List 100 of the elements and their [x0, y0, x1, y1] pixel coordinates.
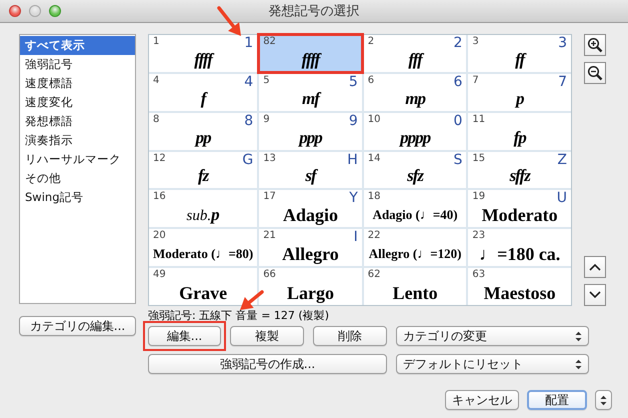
edit-category-button[interactable]: カテゴリの編集...	[19, 316, 136, 336]
shortcut-key: 9	[348, 114, 358, 128]
symbol-number: 2	[368, 36, 374, 47]
symbol-text: p	[516, 88, 524, 109]
stepper-button[interactable]	[595, 390, 612, 410]
symbol-text: fp	[514, 128, 526, 148]
symbol-number: 23	[472, 230, 486, 242]
symbol-cell[interactable]: 7 7 p	[468, 74, 571, 111]
scroll-down-button[interactable]	[584, 284, 606, 306]
symbol-cell[interactable]: 3 3 ff	[468, 35, 571, 72]
symbol-cell[interactable]: 11 fp	[468, 112, 571, 150]
zoom-in-button[interactable]	[584, 34, 606, 56]
zoom-out-button[interactable]	[584, 62, 606, 84]
updown-icon	[575, 330, 582, 342]
symbol-cell[interactable]: 63 Maestoso	[468, 268, 571, 305]
symbol-cell[interactable]: 4 4 f	[149, 74, 258, 111]
symbol-text: sfz	[407, 166, 424, 186]
shortcut-key: G	[242, 152, 254, 167]
category-popup[interactable]: デフォルトにリセット	[396, 354, 589, 374]
shortcut-key: 3	[558, 36, 567, 50]
category-item[interactable]: 強弱記号	[20, 55, 135, 74]
symbol-cell[interactable]: 6 6 mp	[364, 74, 466, 111]
symbol-cell[interactable]: 14 S sfz	[364, 152, 466, 188]
category-item[interactable]: 速度変化	[20, 93, 135, 112]
category-item[interactable]: リハーサルマーク	[20, 150, 135, 169]
symbol-cell[interactable]: 10 0 pppp	[364, 112, 466, 150]
symbol-cell[interactable]: 17 Y Adagio	[259, 190, 362, 228]
symbol-cell[interactable]: 13 H sf	[259, 152, 362, 188]
symbol-cell[interactable]: 66 Largo	[259, 268, 362, 305]
symbol-number: 62	[368, 269, 381, 280]
symbol-number: 9	[263, 114, 270, 125]
symbol-number: 63	[472, 269, 486, 280]
symbol-number: 17	[263, 191, 276, 202]
symbol-cell[interactable]: 8 8 pp	[149, 112, 258, 150]
category-item[interactable]: 速度標語	[20, 74, 135, 93]
symbol-cell[interactable]: 2 2 fff	[364, 35, 466, 72]
symbol-number: 21	[263, 230, 276, 242]
symbol-number: 18	[368, 191, 381, 202]
category-item[interactable]: 発想標語	[20, 112, 135, 131]
symbol-number: 82	[263, 36, 276, 47]
scroll-up-button[interactable]	[584, 256, 606, 278]
edit-button[interactable]: 編集...	[148, 326, 221, 346]
zoom-out-icon	[587, 65, 603, 81]
symbol-cell[interactable]: 1 1 ffff	[149, 35, 258, 72]
shortcut-key: U	[556, 191, 567, 206]
symbol-number: 6	[368, 74, 374, 86]
symbol-text: ffff	[194, 50, 212, 70]
symbol-cell[interactable]: 20 Moderato (♩=80)	[149, 229, 258, 266]
category-popup[interactable]: カテゴリの変更	[396, 326, 589, 346]
symbol-cell[interactable]: 82 ffff	[259, 35, 362, 72]
symbol-text: Moderato	[482, 204, 558, 226]
shortcut-key: I	[354, 230, 358, 244]
category-item[interactable]: Swing記号	[20, 188, 135, 207]
symbol-cell[interactable]: 16 sub.p	[149, 190, 258, 228]
symbol-cell[interactable]: 19 U Moderato	[468, 190, 571, 228]
category-item[interactable]: その他	[20, 169, 135, 188]
symbol-text: f	[200, 88, 206, 109]
symbol-text: mp	[405, 88, 425, 109]
symbol-cell[interactable]: 9 9 ppp	[259, 112, 362, 150]
zoom-button[interactable]	[49, 5, 61, 17]
symbol-text: Adagio (♩=40)	[372, 207, 458, 224]
symbol-text: ffff	[302, 50, 320, 70]
symbol-number: 8	[153, 114, 160, 125]
category-item[interactable]: すべて表示	[20, 36, 135, 55]
cancel-button[interactable]: キャンセル	[445, 390, 519, 410]
place-button[interactable]: 配置	[527, 390, 587, 410]
updown-icon	[575, 358, 582, 370]
shortcut-key: 2	[453, 36, 462, 50]
symbol-text: pppp	[400, 128, 430, 148]
shortcut-key: 1	[244, 36, 254, 50]
symbol-text: ♩=180 ca.	[479, 244, 560, 265]
duplicate-button[interactable]: 複製	[230, 326, 304, 346]
symbol-cell[interactable]: 62 Lento	[364, 268, 466, 305]
create-button[interactable]: 強弱記号の作成...	[148, 354, 387, 374]
symbol-cell[interactable]: 5 5 mf	[259, 74, 362, 111]
updown-icon	[600, 394, 607, 406]
symbol-number: 22	[368, 230, 381, 242]
symbol-cell[interactable]: 22 Allegro (♩=120)	[364, 229, 466, 266]
symbol-number: 15	[472, 152, 486, 164]
shortcut-key: 4	[244, 74, 254, 89]
symbol-text: Adagio	[282, 204, 338, 226]
symbol-text: sf	[305, 166, 316, 186]
symbol-text: Largo	[286, 282, 334, 304]
symbol-text: sub.p	[186, 205, 220, 226]
delete-button[interactable]: 削除	[313, 326, 387, 346]
symbol-text: fz	[198, 166, 208, 186]
symbol-text: mf	[302, 88, 319, 109]
shortcut-key: 0	[453, 114, 462, 128]
category-item[interactable]: 演奏指示	[20, 131, 135, 150]
symbol-cell[interactable]: 15 Z sffz	[468, 152, 571, 188]
symbol-cell[interactable]: 49 Grave	[149, 268, 258, 305]
close-button[interactable]	[9, 5, 21, 17]
symbol-cell[interactable]: 12 G fz	[149, 152, 258, 188]
status-text: 強弱記号: 五線下 音量 = 127 (複製)	[148, 308, 330, 324]
zoom-in-icon	[587, 37, 603, 53]
symbol-number: 16	[153, 191, 166, 202]
symbol-cell[interactable]: 21 I Allegro	[259, 229, 362, 266]
symbol-number: 49	[153, 269, 166, 280]
symbol-cell[interactable]: 18 Adagio (♩=40)	[364, 190, 466, 228]
symbol-cell[interactable]: 23 ♩=180 ca.	[468, 229, 571, 266]
